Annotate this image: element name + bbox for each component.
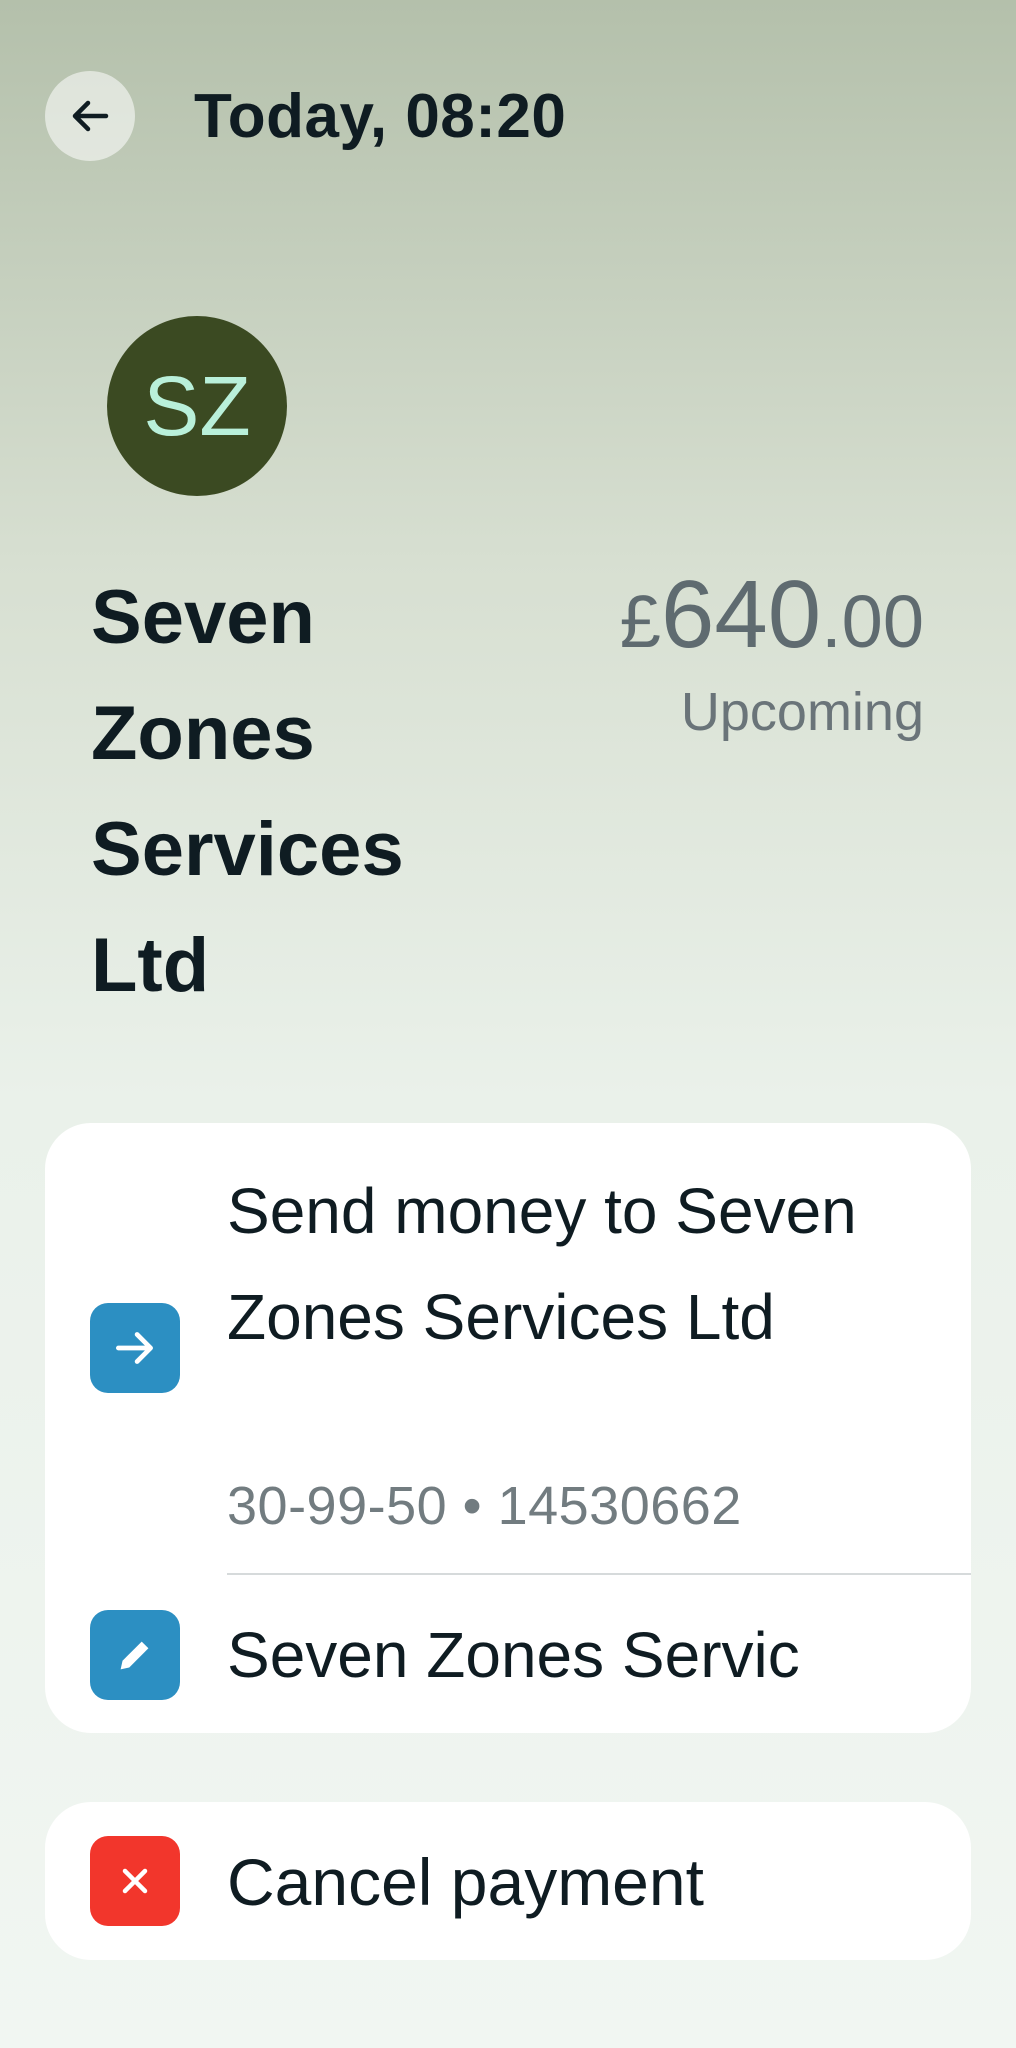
merchant-name: Seven Zones Services Ltd: [91, 575, 404, 1008]
amount-currency: £: [619, 580, 661, 663]
send-money-icon-box: [90, 1303, 180, 1393]
divider: [227, 1573, 971, 1575]
header: Today, 08:20: [45, 71, 566, 161]
cancel-payment-label: Cancel payment: [227, 1845, 704, 1919]
close-icon: [122, 1868, 148, 1894]
pencil-icon: [120, 1641, 149, 1670]
transaction-amount: £640.00 Upcoming: [620, 560, 924, 743]
cancel-icon-box: [90, 1836, 180, 1926]
page-title: Today, 08:20: [194, 81, 567, 151]
amount-major: 640: [660, 561, 822, 668]
status-label: Upcoming: [680, 682, 924, 742]
cancel-payment-button[interactable]: Cancel payment: [45, 1802, 971, 1960]
payee-card: Send money to Seven Zones Services Ltd 3…: [45, 1123, 971, 1733]
account-details: 30-99-50 • 14530662: [227, 1476, 742, 1536]
amount-minor: .00: [821, 580, 924, 663]
edit-reference-icon-box: [90, 1610, 180, 1700]
send-money-button[interactable]: Send money to Seven Zones Services Ltd: [227, 1158, 927, 1370]
amount-value: £640.00: [620, 560, 924, 677]
avatar: SZ: [107, 316, 287, 496]
reference-field[interactable]: Seven Zones Servic: [227, 1618, 927, 1692]
back-button[interactable]: [45, 71, 135, 161]
arrow-right-icon: [115, 1332, 153, 1364]
avatar-initials: SZ: [143, 358, 251, 453]
arrow-left-icon: [72, 100, 109, 132]
